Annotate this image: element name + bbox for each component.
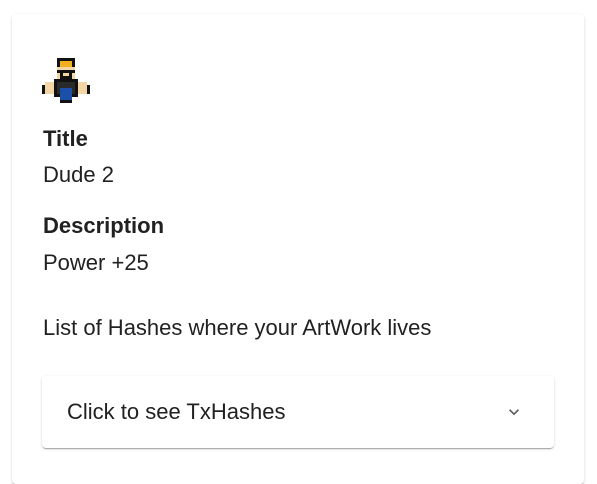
hashes-heading: List of Hashes where your ArtWork lives [43, 315, 432, 340]
title-value: Dude 2 [43, 162, 114, 187]
pixel-dude-icon [42, 58, 90, 103]
txhashes-accordion[interactable]: Click to see TxHashes [42, 376, 554, 448]
artwork-card: Title Dude 2 Description Power +25 List … [12, 14, 584, 484]
description-label: Description [43, 213, 165, 238]
chevron-down-icon[interactable] [504, 402, 524, 422]
accordion-label: Click to see TxHashes [67, 399, 286, 424]
title-label: Title [43, 126, 88, 151]
description-value: Power +25 [43, 250, 149, 275]
